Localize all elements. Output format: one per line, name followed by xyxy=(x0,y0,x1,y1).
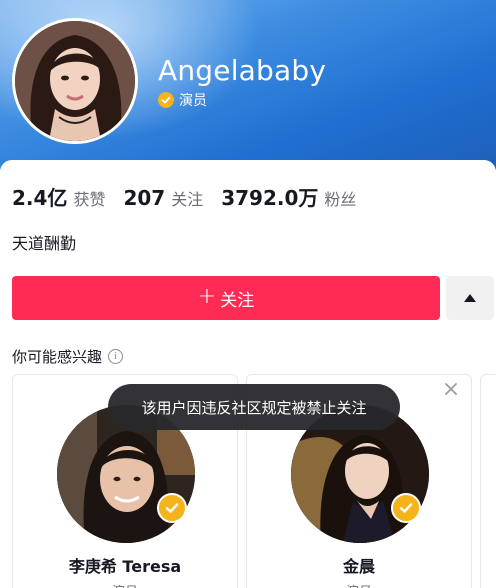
likes-count: 2.4亿 xyxy=(12,186,68,210)
profile-stats: 2.4亿 获赞 207 关注 3792.0万 粉丝 xyxy=(12,182,374,211)
verified-row: 演员 xyxy=(158,90,207,110)
verified-check-icon xyxy=(158,92,174,108)
suggestions-header: 你可能感兴趣 i xyxy=(12,346,124,367)
followers-count[interactable]: 3792.0万 xyxy=(221,182,318,211)
profile-header: Angelababy 演员 xyxy=(0,0,496,170)
info-icon[interactable]: i xyxy=(108,349,124,364)
profile-username: Angelababy xyxy=(158,54,327,87)
suggestion-role: 演员 xyxy=(247,581,471,588)
suggestion-role: 演员 xyxy=(13,581,237,588)
expand-suggestions-button[interactable] xyxy=(446,276,494,320)
plus-icon: + xyxy=(197,284,217,309)
likes-label: 获赞 xyxy=(73,190,106,209)
profile-avatar[interactable] xyxy=(12,18,138,144)
profile-bio: 天道酬勤 xyxy=(12,234,77,253)
triangle-up-icon xyxy=(464,294,476,302)
verified-label: 演员 xyxy=(179,93,207,109)
suggestion-name[interactable]: 李庚希 Teresa xyxy=(13,553,237,577)
suggestion-card-partial[interactable] xyxy=(480,374,496,588)
close-icon[interactable] xyxy=(443,381,459,397)
verified-check-icon xyxy=(157,493,187,523)
following-count[interactable]: 207 xyxy=(123,186,165,210)
suggestion-name[interactable]: 金晨 xyxy=(247,553,471,577)
toast-message: 该用户因违反社区规定被禁止关注 xyxy=(108,384,400,430)
follow-button-label: 关注 xyxy=(220,290,255,311)
following-label[interactable]: 关注 xyxy=(171,186,203,210)
suggestions-title: 你可能感兴趣 xyxy=(12,348,103,366)
followers-label[interactable]: 粉丝 xyxy=(324,186,356,210)
follow-button[interactable]: + 关注 xyxy=(12,276,440,320)
profile-card: 2.4亿 获赞 207 关注 3792.0万 粉丝 天道酬勤 + 关注 你可能感… xyxy=(0,160,496,588)
verified-check-icon xyxy=(391,493,421,523)
